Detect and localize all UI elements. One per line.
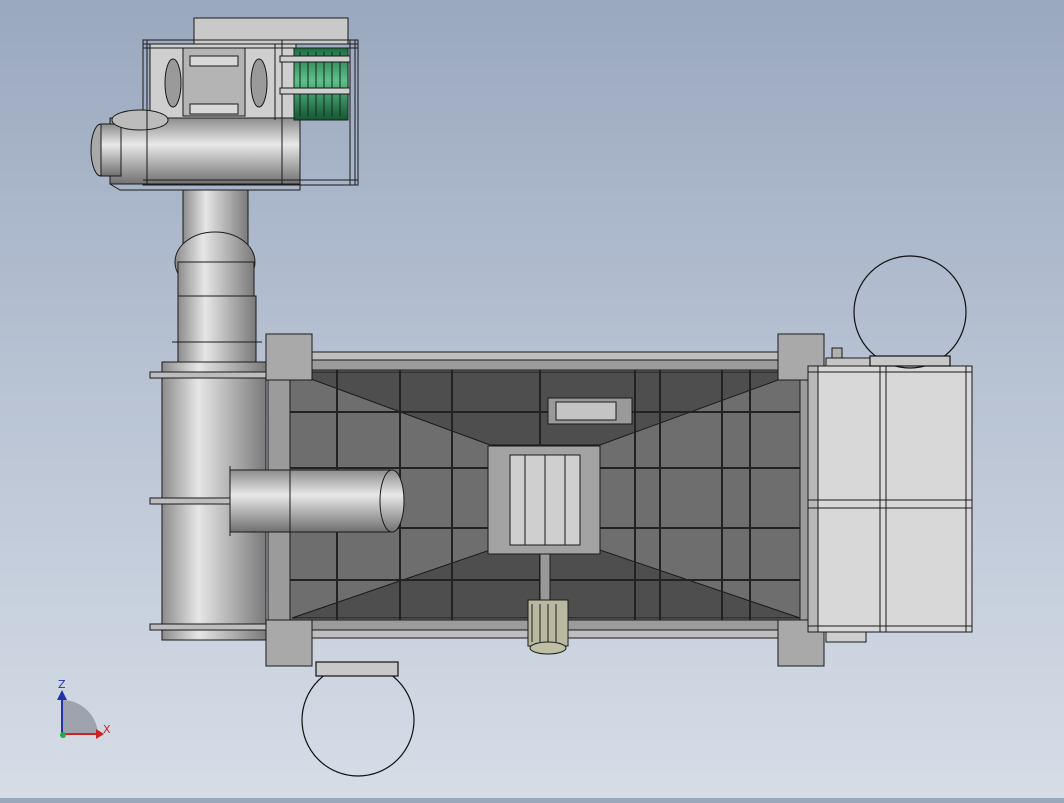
z-axis-label: Z	[58, 678, 66, 691]
duct-outline-bottom-left	[301, 661, 415, 777]
axis-triad	[57, 690, 104, 739]
model-drawing[interactable]	[0, 0, 1064, 798]
vertical-duct[interactable]	[172, 189, 262, 367]
cad-viewport[interactable]	[0, 0, 1064, 798]
right-cabinet[interactable]	[807, 347, 973, 643]
x-axis-label: X	[103, 723, 111, 736]
inlet-duct[interactable]	[229, 466, 405, 536]
duct-outline-top-right	[853, 255, 967, 369]
